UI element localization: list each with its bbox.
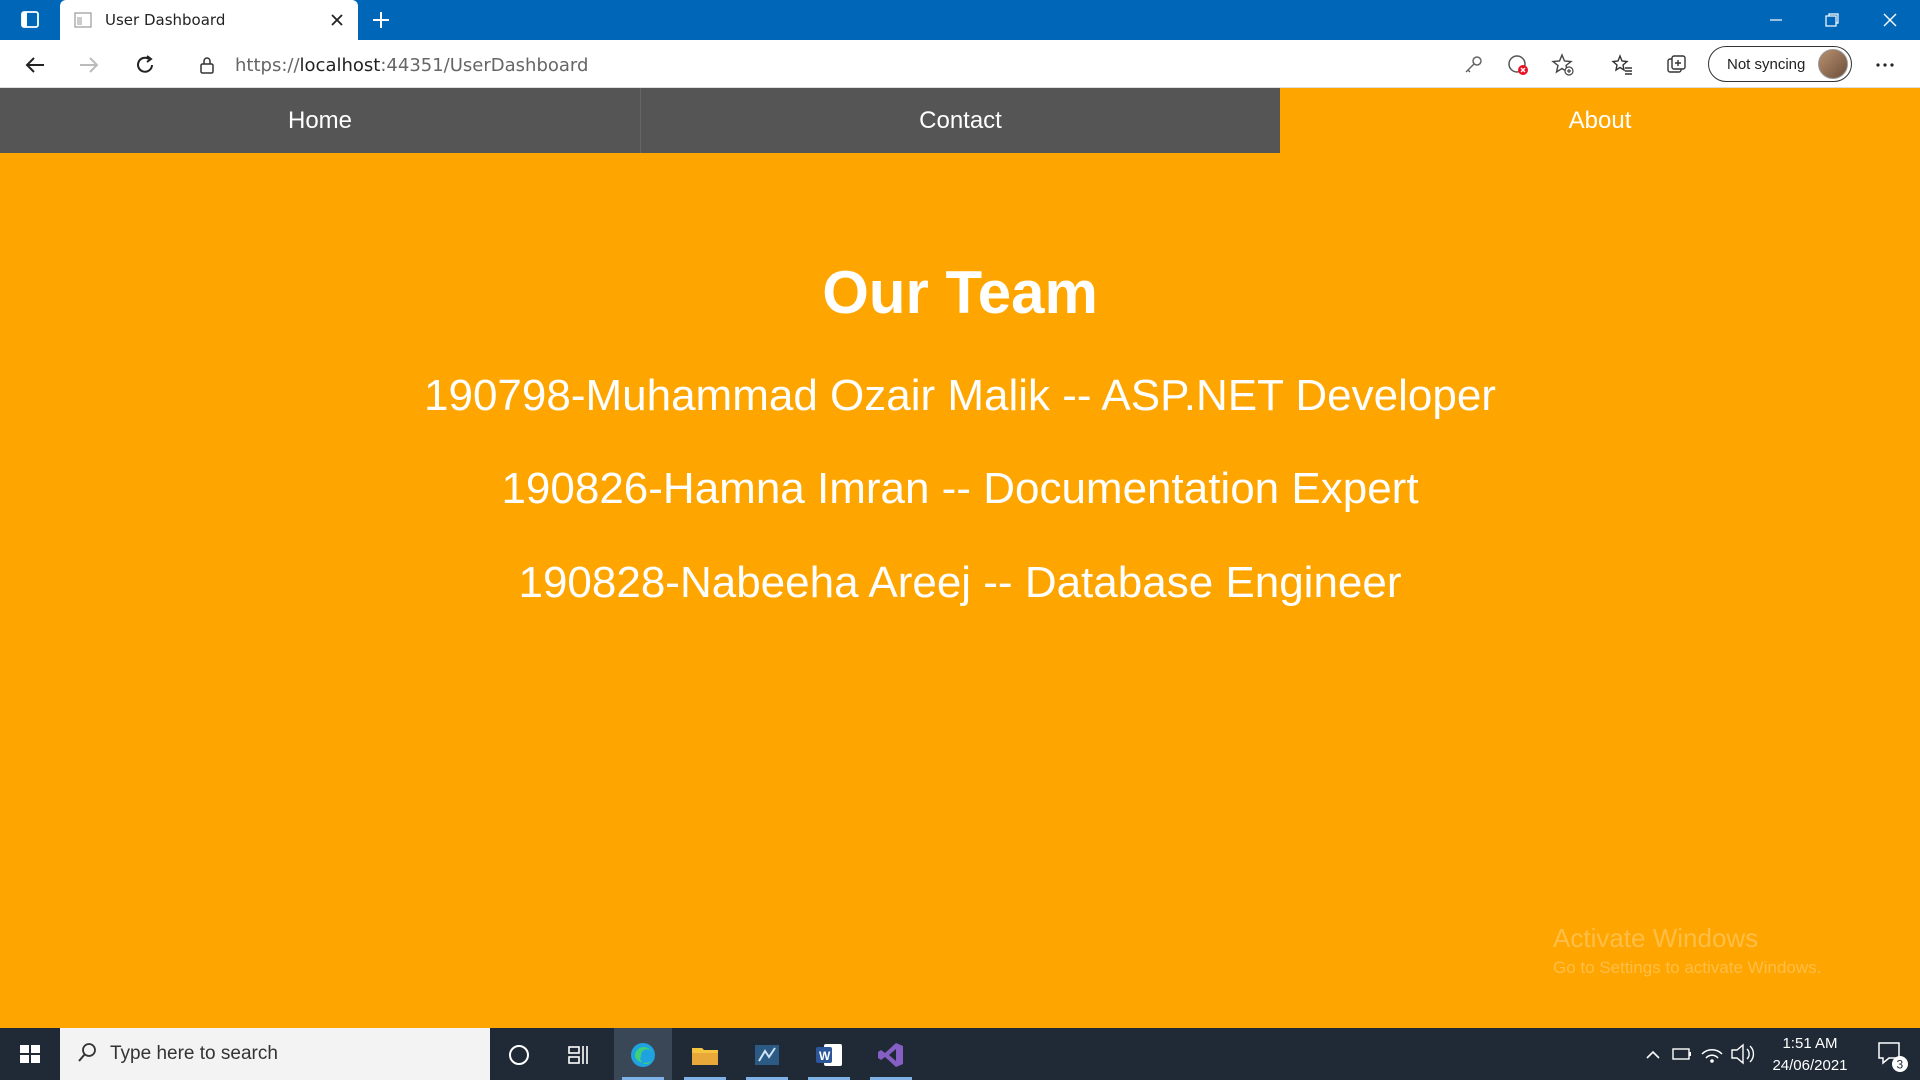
team-member-1: 190798-Muhammad Ozair Malik -- ASP.NET D… — [424, 371, 1496, 420]
show-hidden-icons-icon[interactable] — [1640, 1028, 1666, 1080]
file-explorer-icon[interactable] — [676, 1028, 734, 1080]
new-tab-icon[interactable] — [368, 7, 394, 33]
profile-sync-button[interactable]: Not syncing — [1708, 46, 1852, 82]
close-window-icon[interactable] — [1862, 0, 1918, 40]
add-favorite-icon[interactable] — [1550, 52, 1576, 78]
team-member-2: 190826-Hamna Imran -- Documentation Expe… — [501, 464, 1419, 513]
word-icon[interactable]: W — [800, 1028, 858, 1080]
lock-icon[interactable] — [198, 56, 216, 79]
start-button[interactable] — [0, 1028, 60, 1080]
tracking-prevention-icon[interactable] — [1505, 52, 1531, 78]
search-icon — [78, 1043, 96, 1062]
tab-title: User Dashboard — [105, 11, 226, 29]
url-text[interactable]: https://localhost:44351/UserDashboard — [235, 55, 588, 76]
forward-icon[interactable] — [72, 48, 104, 80]
back-icon[interactable] — [18, 48, 50, 80]
watermark-subtitle: Go to Settings to activate Windows. — [1553, 958, 1822, 977]
tab-close-icon[interactable] — [326, 9, 348, 31]
nav-about-link[interactable]: About — [1280, 88, 1920, 153]
browser-tab-active[interactable]: User Dashboard — [60, 0, 358, 40]
page-content: Our Team 190798-Muhammad Ozair Malik -- … — [0, 153, 1920, 1028]
browser-toolbar: https://localhost:44351/UserDashboard No… — [0, 40, 1920, 88]
avatar — [1818, 49, 1848, 79]
svg-text:W: W — [819, 1049, 831, 1063]
notification-count: 3 — [1897, 1058, 1904, 1072]
restore-icon[interactable] — [1804, 0, 1860, 40]
taskbar-search-placeholder: Type here to search — [110, 1043, 278, 1064]
clock-time: 1:51 AM — [1782, 1035, 1838, 1052]
team-member-3: 190828-Nabeeha Areej -- Database Enginee… — [518, 558, 1402, 607]
collections-icon[interactable] — [1660, 48, 1692, 80]
tab-actions-icon[interactable] — [12, 8, 48, 32]
activate-windows-watermark: Activate Windows Go to Settings to activ… — [1553, 923, 1821, 978]
refresh-icon[interactable] — [128, 48, 160, 80]
visual-studio-icon[interactable] — [862, 1028, 920, 1080]
site-nav: Home Contact About — [0, 88, 1920, 153]
battery-icon[interactable] — [1668, 1028, 1696, 1080]
volume-icon[interactable] — [1728, 1028, 1756, 1080]
more-options-icon[interactable] — [1868, 48, 1900, 80]
sync-label: Not syncing — [1727, 56, 1806, 73]
taskbar-search-box[interactable]: Type here to search — [60, 1028, 490, 1080]
sql-server-management-icon[interactable] — [738, 1028, 796, 1080]
key-icon[interactable] — [1460, 52, 1486, 78]
edge-taskbar-icon[interactable] — [614, 1028, 672, 1080]
page-title: Our Team — [822, 259, 1098, 326]
nav-home-link[interactable]: Home — [0, 88, 640, 153]
windows-taskbar: Type here to search W 1:51 AM 24/06/2021 — [0, 1028, 1920, 1080]
cortana-icon[interactable] — [490, 1028, 548, 1080]
watermark-title: Activate Windows — [1553, 923, 1759, 953]
address-bar[interactable]: https://localhost:44351/UserDashboard — [180, 44, 1590, 84]
clock-date: 24/06/2021 — [1772, 1057, 1848, 1074]
page-favicon-icon — [74, 12, 92, 28]
minimize-icon[interactable] — [1748, 0, 1804, 40]
action-center-icon[interactable]: 3 — [1865, 1028, 1915, 1080]
task-view-icon[interactable] — [550, 1028, 608, 1080]
wifi-icon[interactable] — [1698, 1028, 1726, 1080]
nav-contact-link[interactable]: Contact — [640, 88, 1280, 153]
browser-titlebar: User Dashboard — [0, 0, 1920, 40]
taskbar-clock[interactable]: 1:51 AM 24/06/2021 — [1760, 1033, 1860, 1077]
favorites-icon[interactable] — [1605, 48, 1637, 80]
